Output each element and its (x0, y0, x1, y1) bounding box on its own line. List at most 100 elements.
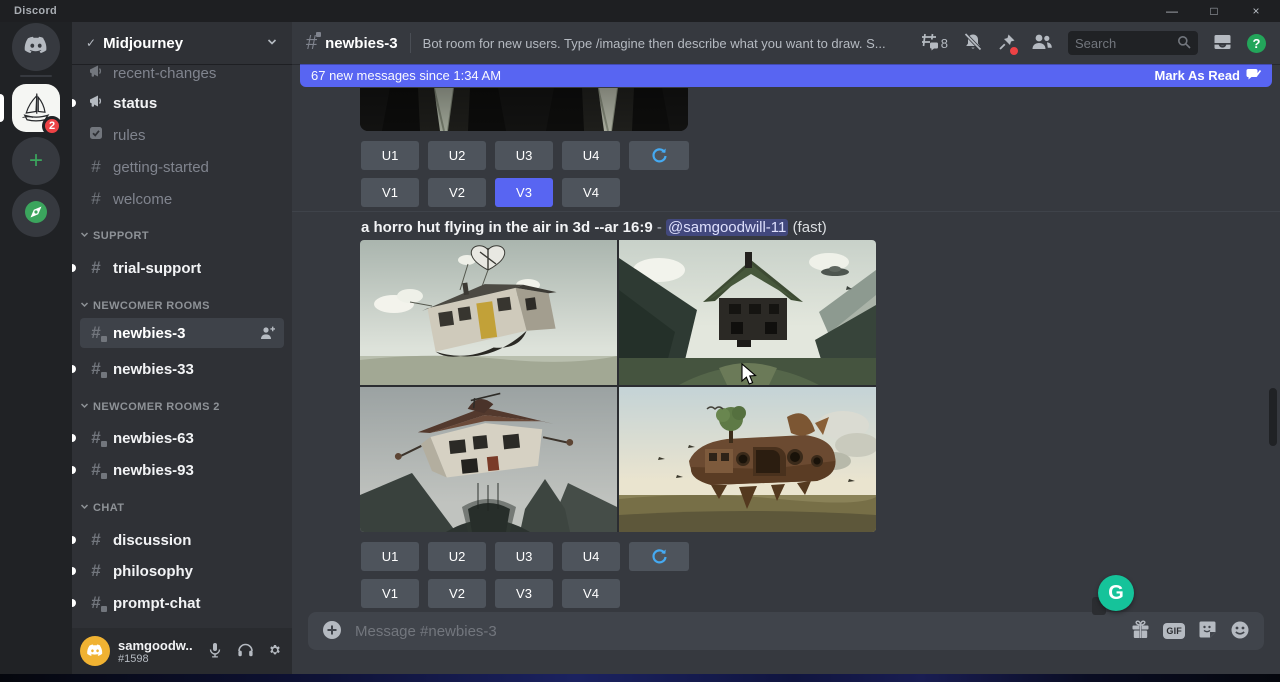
message-divider (292, 211, 1280, 212)
u2-button[interactable]: U2 (428, 542, 486, 571)
channel-header: # newbies-3 Bot room for new users. Type… (292, 22, 1280, 64)
deafen-button[interactable] (230, 636, 260, 666)
user-settings-button[interactable] (260, 636, 290, 666)
gift-button[interactable] (1131, 620, 1150, 642)
rail-separator (20, 75, 52, 77)
plus-circle-icon (322, 620, 342, 643)
verified-check-icon: ✓ (86, 36, 96, 50)
add-server-button[interactable]: + (12, 137, 60, 185)
window-controls: — □ × (1162, 0, 1266, 22)
compass-icon (23, 199, 49, 228)
sidebar-item-philosophy[interactable]: # philosophy (80, 556, 284, 586)
u3-button[interactable]: U3 (495, 141, 553, 170)
taskbar-strip (0, 674, 1280, 682)
notifications-muted-button[interactable] (963, 33, 983, 54)
create-invite-icon[interactable] (260, 326, 276, 340)
plus-icon: + (29, 149, 43, 173)
category-newcomer-rooms[interactable]: NEWCOMER ROOMS (80, 298, 288, 314)
v1-button[interactable]: V1 (361, 579, 419, 608)
grid-image-2[interactable] (619, 240, 876, 385)
hash-badge-icon: # (88, 460, 104, 480)
grid-image-1[interactable] (360, 240, 617, 385)
unread-pill (72, 99, 76, 107)
chat-scrollbar-thumb[interactable] (1269, 388, 1277, 446)
u4-button[interactable]: U4 (562, 141, 620, 170)
v4-button[interactable]: V4 (562, 579, 620, 608)
grammarly-widget[interactable]: G (1096, 573, 1136, 613)
category-chat[interactable]: CHAT (80, 500, 288, 516)
inbox-button[interactable] (1213, 33, 1232, 54)
discord-logo-icon (23, 36, 49, 59)
unread-pill (72, 264, 76, 272)
user-mention[interactable]: @samgoodwill-11 (666, 219, 788, 236)
unread-pill (72, 599, 76, 607)
search-input[interactable] (1075, 36, 1177, 51)
sidebar-item-status[interactable]: status (80, 88, 284, 118)
hash-badge-icon: # (88, 593, 104, 613)
u3-button[interactable]: U3 (495, 542, 553, 571)
category-support[interactable]: SUPPORT (80, 228, 288, 244)
unread-pill (72, 365, 76, 373)
u2-button[interactable]: U2 (428, 141, 486, 170)
server-header[interactable]: ✓ Midjourney (72, 22, 292, 64)
v3-button[interactable]: V3 (495, 579, 553, 608)
reroll-button[interactable] (629, 141, 689, 170)
explore-servers-button[interactable] (12, 189, 60, 237)
message-prompt-line: a horro hut flying in the air in 3d --ar… (361, 219, 1160, 236)
sidebar-item-welcome[interactable]: # welcome (80, 184, 284, 214)
minimize-button[interactable]: — (1162, 0, 1182, 22)
category-newcomer-rooms-2[interactable]: NEWCOMER ROOMS 2 (80, 399, 288, 415)
search-box[interactable] (1068, 31, 1198, 55)
sidebar-item-discussion[interactable]: # discussion (80, 525, 284, 555)
channel-name: newbies-3 (325, 35, 398, 52)
refresh-icon (651, 547, 668, 567)
sidebar-item-prompt-chat[interactable]: # prompt-chat (80, 588, 284, 618)
user-info[interactable]: samgoodw... #1598 (118, 638, 192, 665)
thread-count: 8 (941, 36, 948, 51)
sidebar-item-newbies-3[interactable]: # newbies-3 (80, 318, 284, 348)
grid-image-4[interactable] (619, 387, 876, 532)
attach-file-button[interactable] (322, 620, 342, 643)
previous-generation-image[interactable] (360, 88, 688, 131)
threads-button[interactable]: 8 (919, 33, 948, 54)
sidebar-item-rules[interactable]: rules (80, 120, 284, 150)
sidebar-item-trial-support[interactable]: # trial-support (80, 253, 284, 283)
u4-button[interactable]: U4 (562, 542, 620, 571)
avatar[interactable] (80, 636, 110, 666)
v2-button[interactable]: V2 (428, 178, 486, 207)
grid-image-3[interactable] (360, 387, 617, 532)
u1-button[interactable]: U1 (361, 141, 419, 170)
mute-microphone-button[interactable] (200, 636, 230, 666)
server-name: Midjourney (103, 35, 259, 52)
sidebar-item-newbies-63[interactable]: # newbies-63 (80, 423, 284, 453)
v3-button-selected[interactable]: V3 (495, 178, 553, 207)
pinned-messages-button[interactable] (998, 33, 1016, 54)
current-variation-row: V1 V2 V3 V4 (361, 579, 620, 608)
mark-as-read-button[interactable]: Mark As Read (1155, 68, 1262, 83)
v2-button[interactable]: V2 (428, 579, 486, 608)
close-button[interactable]: × (1246, 0, 1266, 22)
maximize-button[interactable]: □ (1204, 0, 1224, 22)
chevron-down-icon (80, 401, 89, 413)
u1-button[interactable]: U1 (361, 542, 419, 571)
previous-upscale-row: U1 U2 U3 U4 (361, 141, 689, 170)
help-button[interactable]: ? (1247, 34, 1266, 53)
v4-button[interactable]: V4 (562, 178, 620, 207)
gif-picker-button[interactable]: GIF (1163, 623, 1185, 639)
channel-topic[interactable]: Bot room for new users. Type /imagine th… (423, 36, 905, 51)
new-messages-banner[interactable]: 67 new messages since 1:34 AM Mark As Re… (300, 64, 1272, 87)
sidebar-item-newbies-93[interactable]: # newbies-93 (80, 455, 284, 485)
v1-button[interactable]: V1 (361, 178, 419, 207)
sticker-picker-button[interactable] (1198, 620, 1217, 642)
home-button[interactable] (12, 23, 60, 71)
current-upscale-row: U1 U2 U3 U4 (361, 542, 689, 571)
sidebar-item-newbies-33[interactable]: # newbies-33 (80, 354, 284, 384)
discord-window: Discord — □ × 2 (0, 0, 1280, 682)
member-list-button[interactable] (1031, 33, 1053, 53)
reroll-button[interactable] (629, 542, 689, 571)
message-input[interactable] (355, 623, 1118, 640)
megaphone-icon (88, 63, 104, 83)
generated-image-grid[interactable] (360, 240, 876, 532)
emoji-picker-button[interactable] (1230, 620, 1250, 643)
sidebar-item-getting-started[interactable]: # getting-started (80, 152, 284, 182)
